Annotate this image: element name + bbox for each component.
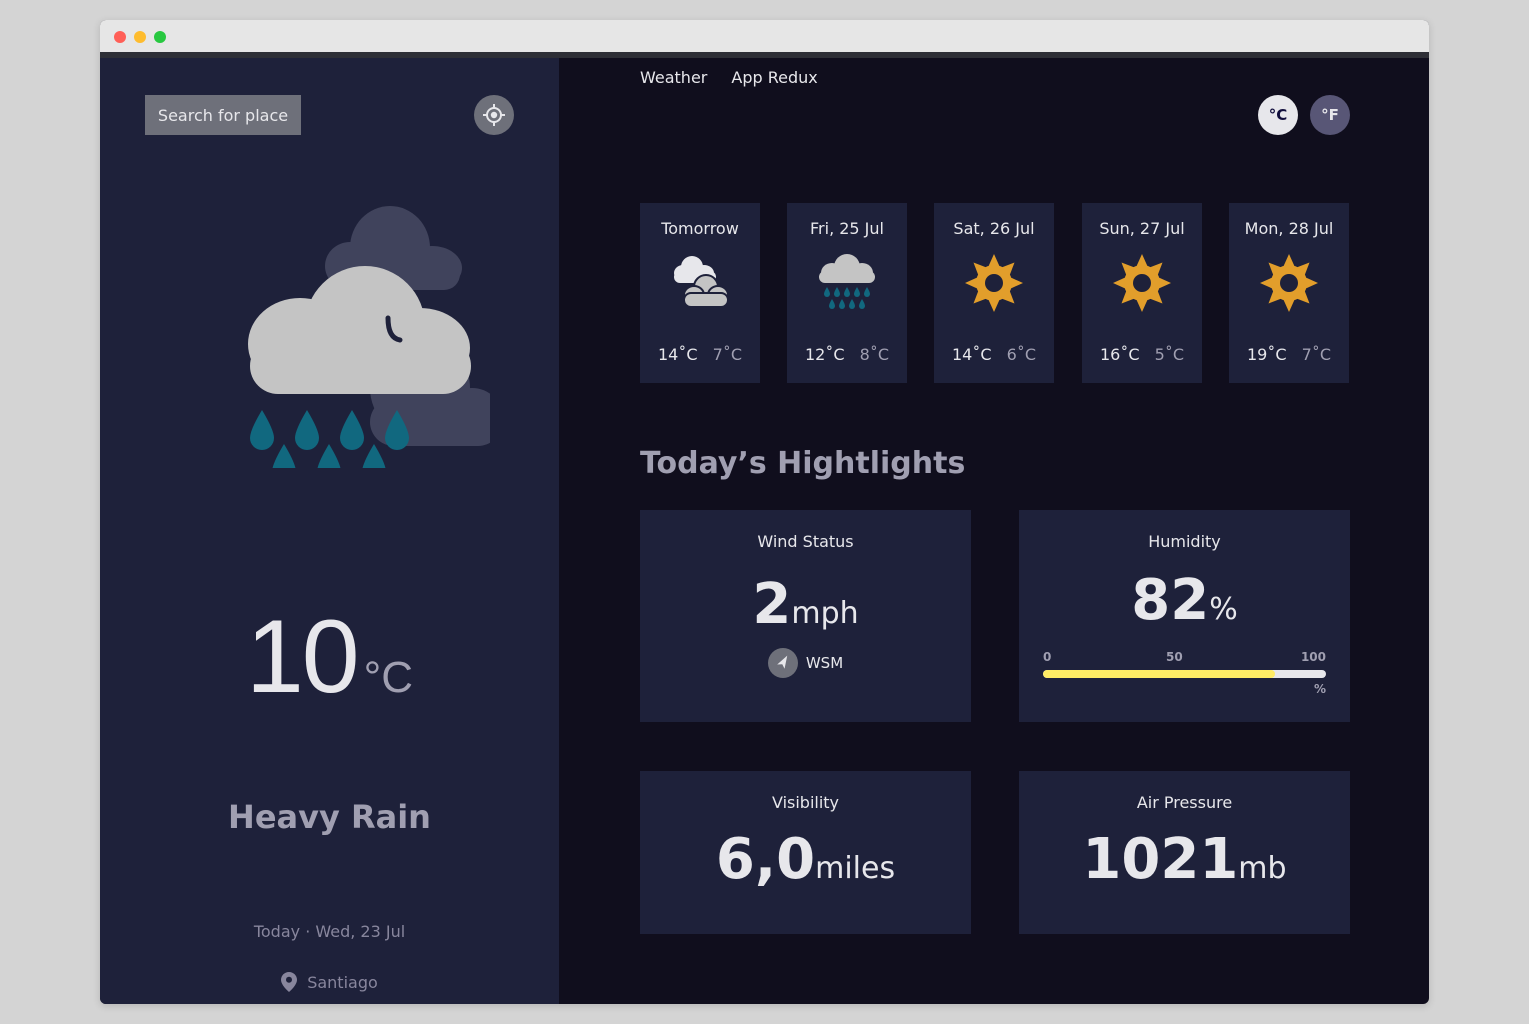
forecast-max: 16˚C [1100, 345, 1140, 364]
humidity-card: Humidity 82% 0 50 100 % [1019, 510, 1350, 722]
forecast-max: 19˚C [1247, 345, 1287, 364]
forecast-day: Fri, 25 Jul [810, 219, 884, 238]
wind-direction: WSM [640, 648, 971, 678]
humidity-number: 82 [1131, 568, 1210, 633]
visibility-value: 6,0miles [640, 827, 971, 892]
forecast-min: 7˚C [712, 345, 742, 364]
forecast-day: Sun, 27 Jul [1099, 219, 1185, 238]
wind-label: Wind Status [757, 532, 854, 551]
maximize-window-button[interactable] [154, 31, 166, 43]
forecast-card: Tomorrow 14˚C 7˚C [640, 203, 760, 383]
forecast-card: Sun, 27 Jul 16˚C 5˚C [1082, 203, 1202, 383]
highlights-title: Today’s Hightlights [640, 446, 966, 481]
temperature-unit: °C [363, 653, 414, 702]
main-panel: Weather App Redux °C °F Tomorrow 14˚C 7˚… [559, 58, 1429, 1004]
humidity-label: Humidity [1148, 532, 1221, 551]
humidity-scale-50: 50 [1166, 650, 1183, 664]
heavy-rain-icon [819, 254, 875, 309]
heavy-rain-icon [248, 206, 490, 468]
location-name: Santiago [307, 972, 378, 992]
app-brand: Weather App Redux [640, 68, 818, 87]
fahrenheit-toggle[interactable]: °F [1310, 95, 1350, 135]
temperature-value: 10 [245, 599, 360, 715]
humidity-progress-fill [1043, 670, 1276, 678]
visibility-number: 6,0 [715, 827, 816, 892]
sidebar: Search for place 10 °C Heavy Rain Today … [100, 58, 559, 1004]
current-location: Santiago [100, 972, 559, 992]
air-pressure-card: Air Pressure 1021mb [1019, 771, 1350, 934]
humidity-unit: % [1209, 592, 1238, 627]
humidity-value: 82% [1019, 568, 1350, 633]
forecast-day: Sat, 26 Jul [953, 219, 1035, 238]
navigation-arrow-icon [767, 648, 798, 678]
wind-direction-label: WSM [805, 654, 844, 672]
forecast-min: 6˚C [1006, 345, 1036, 364]
forecast-day: Mon, 28 Jul [1244, 219, 1334, 238]
close-window-button[interactable] [114, 31, 126, 43]
sleet-cloud-icon [674, 256, 729, 308]
sun-icon [1113, 254, 1171, 312]
visibility-label: Visibility [771, 793, 840, 812]
minimize-window-button[interactable] [134, 31, 146, 43]
humidity-scale-0: 0 [1043, 650, 1052, 664]
location-pin-icon [281, 972, 298, 992]
humidity-progress-bar [1043, 670, 1326, 678]
wind-unit: mph [791, 596, 859, 631]
forecast-card: Mon, 28 Jul 19˚C 7˚C [1229, 203, 1349, 383]
forecast-max: 14˚C [952, 345, 992, 364]
visibility-card: Visibility 6,0miles [640, 771, 971, 934]
weather-condition: Heavy Rain [228, 798, 431, 836]
celsius-toggle[interactable]: °C [1258, 95, 1298, 135]
pressure-number: 1021 [1082, 827, 1239, 892]
brand-weather: Weather [640, 68, 708, 87]
forecast-day: Tomorrow [661, 219, 739, 238]
current-date: Today · Wed, 23 Jul [253, 922, 406, 941]
forecast-min: 7˚C [1301, 345, 1331, 364]
wind-number: 2 [752, 572, 792, 637]
pressure-label: Air Pressure [1136, 793, 1233, 812]
forecast-card: Fri, 25 Jul 12˚C 8˚C [787, 203, 907, 383]
crosshair-icon [483, 104, 505, 126]
humidity-scale-unit: % [1313, 682, 1326, 696]
visibility-unit: miles [815, 851, 896, 886]
sun-icon [1260, 254, 1318, 312]
forecast-card: Sat, 26 Jul 14˚C 6˚C [934, 203, 1054, 383]
pressure-value: 1021mb [1019, 827, 1350, 892]
sun-icon [965, 254, 1023, 312]
humidity-scale-100: 100 [1300, 650, 1326, 664]
forecast-max: 14˚C [658, 345, 698, 364]
pressure-unit: mb [1238, 851, 1287, 886]
wind-value: 2mph [640, 572, 971, 637]
forecast-max: 12˚C [805, 345, 845, 364]
app-window: Search for place 10 °C Heavy Rain Today … [100, 20, 1429, 1004]
forecast-min: 8˚C [859, 345, 889, 364]
locate-button[interactable] [474, 95, 514, 135]
window-titlebar [100, 20, 1429, 52]
forecast-min: 5˚C [1154, 345, 1184, 364]
wind-status-card: Wind Status 2mph WSM [640, 510, 971, 722]
current-temperature: 10 °C [100, 598, 559, 717]
search-place-button[interactable]: Search for place [145, 95, 301, 135]
brand-app-redux: App Redux [731, 68, 818, 87]
